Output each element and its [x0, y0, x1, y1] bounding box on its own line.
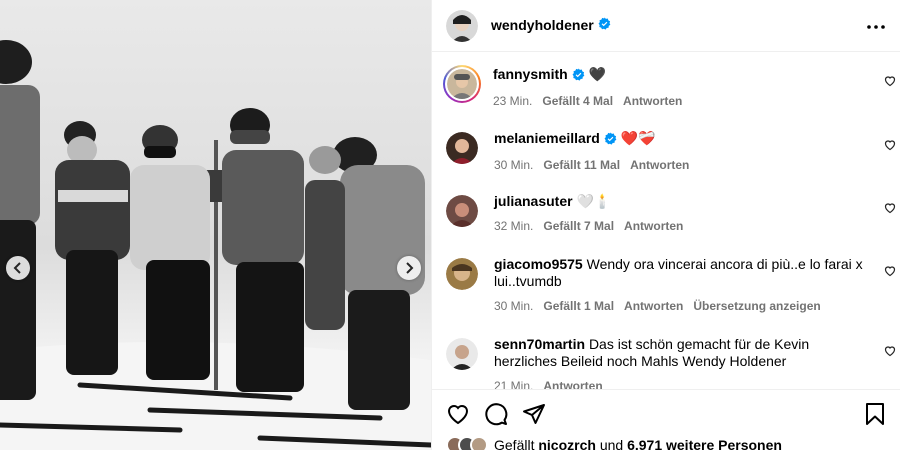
commenter-avatar[interactable] — [446, 338, 478, 370]
comment-likes[interactable]: Gefällt 7 Mal — [543, 219, 614, 233]
comment-text: 🖤 — [588, 66, 607, 82]
author-username[interactable]: wendyholdener — [491, 17, 594, 35]
commenter-username[interactable]: fannysmith — [493, 66, 568, 82]
comment-time[interactable]: 30 Min. — [494, 158, 533, 172]
heart-icon[interactable] — [884, 264, 896, 282]
commenter-avatar[interactable] — [447, 69, 477, 99]
heart-icon[interactable] — [884, 201, 896, 219]
comment-likes[interactable]: Gefällt 4 Mal — [542, 94, 613, 108]
comment-time[interactable]: 23 Min. — [493, 94, 532, 108]
heart-icon[interactable] — [446, 402, 470, 426]
reply-button[interactable]: Antworten — [624, 299, 683, 313]
comment-time[interactable]: 30 Min. — [494, 299, 533, 313]
chevron-left-icon — [13, 262, 21, 274]
comment-time[interactable]: 32 Min. — [494, 219, 533, 233]
comment-likes[interactable]: Gefällt 1 Mal — [543, 299, 614, 313]
comment-likes[interactable]: Gefällt 11 Mal — [543, 158, 620, 172]
commenter-username[interactable]: giacomo9575 — [494, 256, 583, 272]
chevron-right-icon — [406, 262, 414, 274]
likes-middle: und — [599, 437, 624, 450]
likes-count-link[interactable]: 6.971 weitere Personen — [627, 437, 782, 450]
comment-item: julianasuter 🤍🕯️ 32 Min. Gefällt 7 Mal Ant… — [446, 193, 896, 235]
carousel-prev-button[interactable] — [6, 256, 30, 280]
reply-button[interactable]: Antworten — [543, 379, 602, 389]
skiers-photo-illustration — [0, 40, 431, 450]
more-options-icon[interactable] — [866, 17, 886, 35]
verified-badge-icon — [604, 132, 617, 149]
commenter-username[interactable]: julianasuter — [494, 193, 573, 209]
verified-badge-icon — [598, 17, 611, 35]
post-side-panel: wendyholdener fannysmith 🖤 23 Min. Gefäll… — [432, 0, 900, 450]
heart-icon[interactable] — [884, 344, 896, 362]
post-actions: Gefällt nicozrch und 6.971 weitere Perso… — [432, 389, 900, 450]
likes-summary: Gefällt nicozrch und 6.971 weitere Perso… — [432, 426, 900, 450]
commenter-username[interactable]: melaniemeillard — [494, 130, 600, 146]
comment-item: melaniemeillard ❤️❤️‍🩹 30 Min. Gefällt 11… — [446, 130, 896, 174]
commenter-avatar[interactable] — [446, 258, 478, 290]
commenter-username[interactable]: senn70martin — [494, 336, 585, 352]
likes-prefix: Gefällt — [494, 437, 535, 450]
heart-icon[interactable] — [884, 138, 896, 156]
liker-username[interactable]: nicozrch — [538, 437, 596, 450]
comment-item: giacomo9575 Wendy ora vincerai ancora di… — [446, 256, 896, 315]
carousel-next-button[interactable] — [397, 256, 421, 280]
translate-button[interactable]: Übersetzung anzeigen — [693, 299, 820, 313]
verified-badge-icon — [572, 68, 585, 85]
author-avatar[interactable] — [446, 9, 478, 42]
commenter-avatar[interactable] — [446, 195, 478, 227]
comment-item: senn70martin Das ist schön gemacht für d… — [446, 336, 896, 389]
comment-time[interactable]: 21 Min. — [494, 379, 533, 389]
liker-avatar[interactable] — [470, 436, 488, 450]
reply-button[interactable]: Antworten — [630, 158, 689, 172]
comment-text: 🤍🕯️ — [576, 193, 612, 209]
reply-button[interactable]: Antworten — [623, 94, 682, 108]
heart-icon[interactable] — [884, 74, 896, 92]
bookmark-icon[interactable] — [864, 402, 886, 426]
post-header: wendyholdener — [432, 0, 900, 52]
comment-item: fannysmith 🖤 23 Min. Gefällt 4 Mal Antwort… — [443, 65, 896, 110]
comments-list: fannysmith 🖤 23 Min. Gefällt 4 Mal Antwort… — [432, 53, 900, 389]
comment-icon[interactable] — [484, 402, 508, 426]
commenter-avatar[interactable] — [446, 132, 478, 164]
share-icon[interactable] — [522, 402, 546, 426]
reply-button[interactable]: Antworten — [624, 219, 683, 233]
comment-text: ❤️❤️‍🩹 — [620, 130, 656, 146]
post-photo — [0, 0, 431, 450]
story-ring[interactable] — [443, 65, 481, 103]
